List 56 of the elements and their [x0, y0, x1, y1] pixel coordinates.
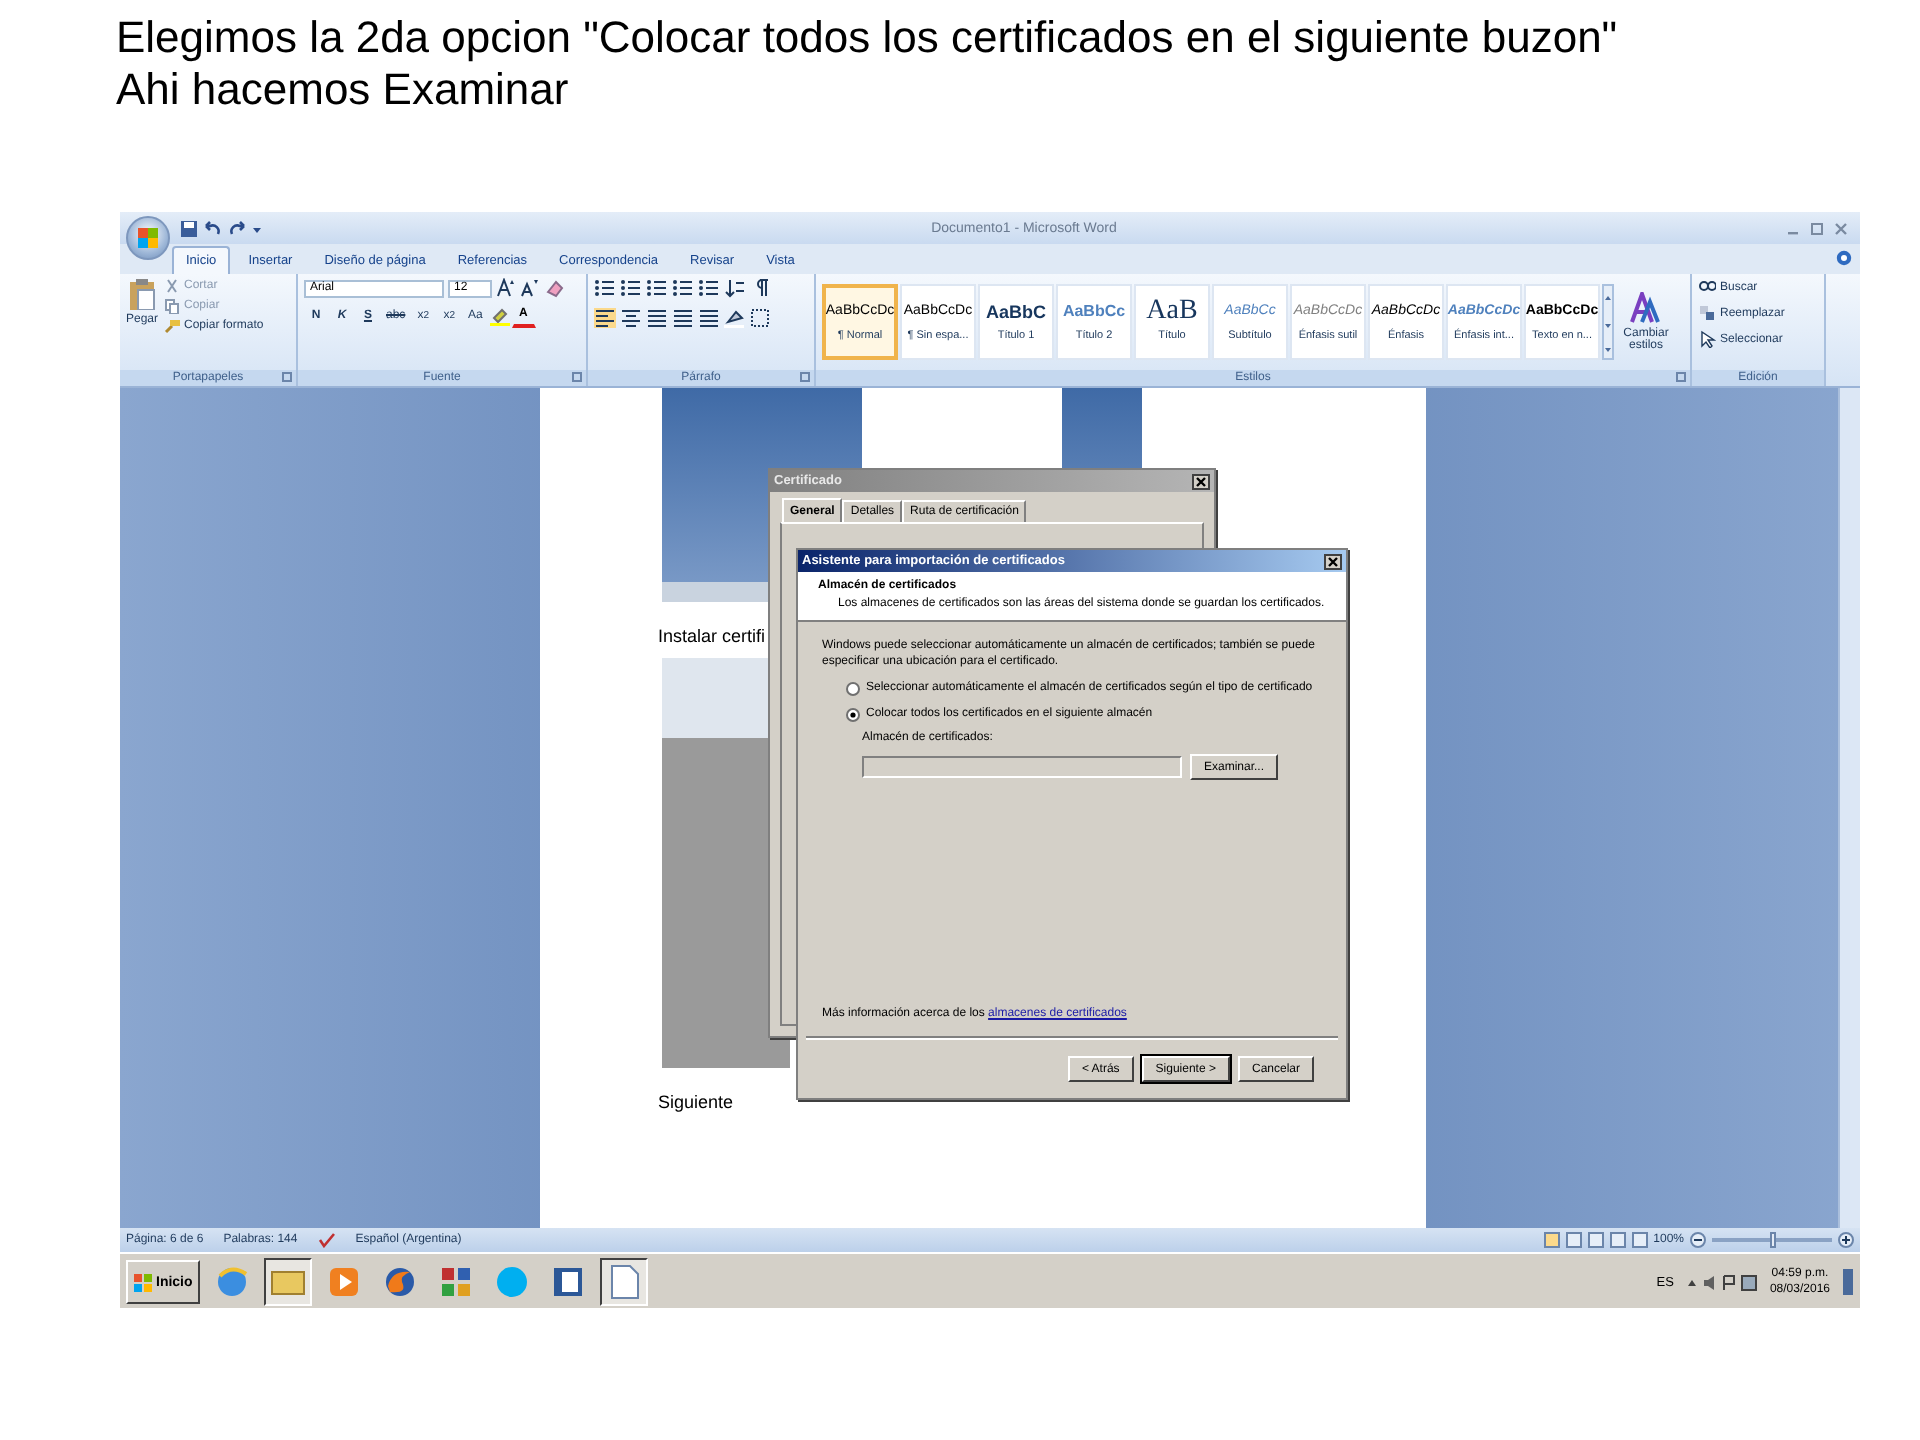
office-logo-icon	[136, 226, 160, 250]
heading-text: Elegimos la 2da opcion "Colocar todos los certificados en el siguiente buzon"	[116, 12, 1620, 64]
dialog-launcher-icon[interactable]	[1676, 372, 1686, 382]
cursor-icon	[1698, 330, 1716, 348]
heading-text: Ahi hacemos Examinar	[116, 64, 571, 116]
paintbrush-icon	[164, 318, 181, 334]
letters-icon	[1630, 292, 1662, 324]
radio-button[interactable]	[846, 708, 860, 722]
align-left-icon[interactable]	[594, 308, 616, 328]
shrink-font-icon[interactable]	[520, 278, 540, 298]
tiles-icon[interactable]	[438, 1264, 475, 1300]
maximize-icon[interactable]	[1810, 221, 1824, 235]
align-center-icon[interactable]	[620, 308, 642, 328]
dialog-launcher-icon[interactable]	[800, 372, 810, 382]
document-text: Siguiente	[658, 1092, 734, 1112]
draft-icon[interactable]	[1631, 1232, 1648, 1248]
help-icon[interactable]	[1836, 250, 1852, 266]
print-layout-icon[interactable]	[1543, 1232, 1560, 1248]
spellcheck-icon[interactable]	[317, 1232, 336, 1248]
dialog-launcher-icon[interactable]	[282, 372, 292, 382]
windows-logo-icon	[134, 1273, 152, 1291]
gallery-scroll-icon[interactable]	[1602, 284, 1614, 360]
zoom-slider-thumb[interactable]	[1769, 1232, 1775, 1248]
reading-layout-icon[interactable]	[1565, 1232, 1582, 1248]
close-icon[interactable]	[1192, 473, 1210, 489]
vertical-scrollbar[interactable]	[1838, 388, 1860, 1228]
scissors-icon	[164, 278, 181, 294]
document-text: Instalar certifi	[658, 626, 766, 646]
web-layout-icon[interactable]	[1587, 1232, 1604, 1248]
copy-icon	[164, 298, 181, 314]
line-spacing-icon[interactable]	[698, 308, 720, 328]
justify-icon[interactable]	[672, 308, 694, 328]
borders-icon[interactable]	[750, 308, 772, 328]
bullet-list-icon[interactable]	[594, 278, 616, 298]
eraser-icon[interactable]	[544, 278, 564, 298]
save-icon[interactable]	[180, 219, 198, 237]
close-icon[interactable]	[1324, 553, 1342, 569]
shading-icon[interactable]	[724, 308, 746, 328]
zoom-in-icon[interactable]	[1838, 1232, 1854, 1248]
outline-icon[interactable]	[1609, 1232, 1626, 1248]
play-icon[interactable]	[326, 1264, 363, 1300]
highlighter-icon[interactable]	[489, 305, 510, 325]
dialog-launcher-icon[interactable]	[572, 372, 582, 382]
sort-icon[interactable]	[724, 278, 746, 298]
clipboard-icon	[128, 278, 156, 310]
grow-font-icon[interactable]	[496, 278, 516, 298]
office-button[interactable]	[126, 216, 170, 260]
zoom-out-icon[interactable]	[1690, 1232, 1706, 1248]
radio-button[interactable]	[846, 682, 860, 696]
fox-globe-icon[interactable]	[382, 1264, 419, 1300]
blank-page-icon[interactable]	[606, 1264, 643, 1300]
undo-icon[interactable]	[204, 219, 222, 237]
tray-icons-drawing[interactable]	[1685, 1273, 1758, 1291]
redo-icon[interactable]	[228, 219, 246, 237]
binoculars-icon	[1698, 278, 1716, 296]
show-desktop-icon[interactable]	[1842, 1268, 1854, 1296]
